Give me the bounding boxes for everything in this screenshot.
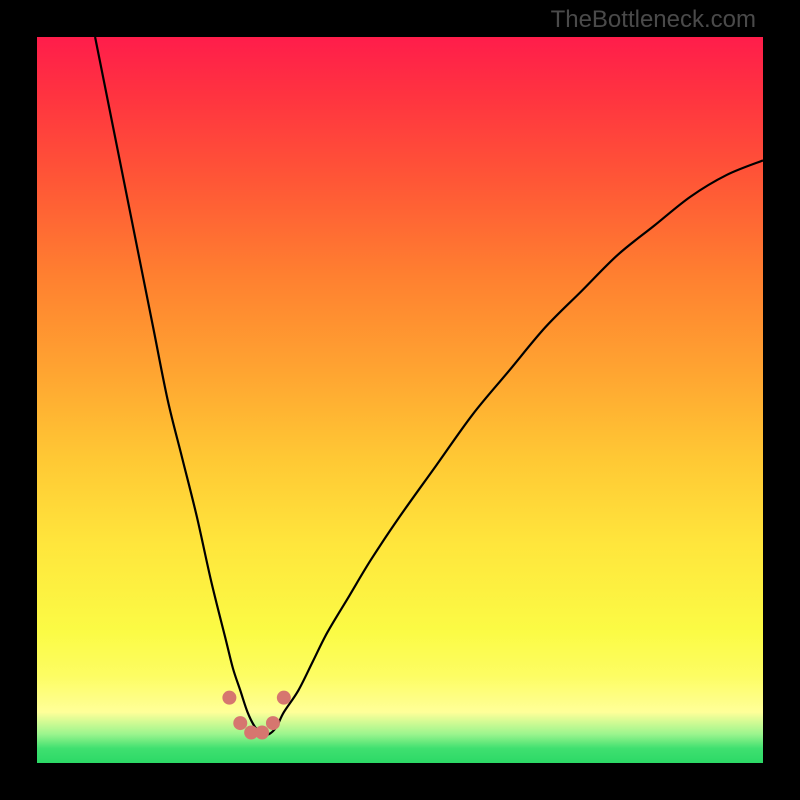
attribution-label: TheBottleneck.com xyxy=(551,6,756,34)
plot-area xyxy=(37,37,763,763)
chart-frame: TheBottleneck.com xyxy=(0,0,800,800)
